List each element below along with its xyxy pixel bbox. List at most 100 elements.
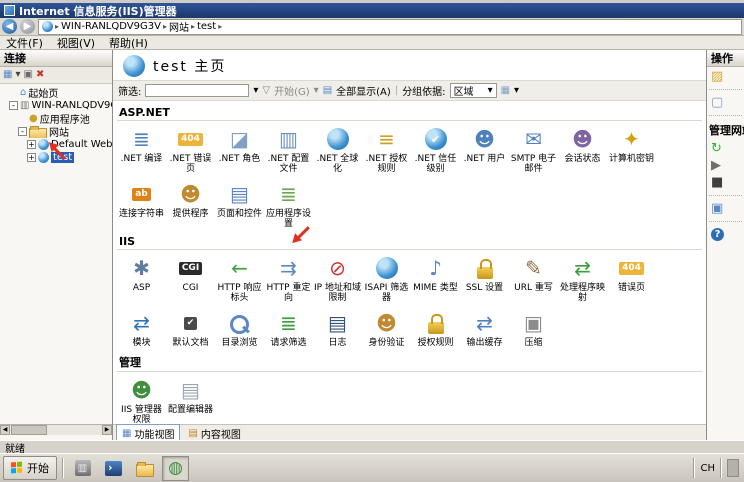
feature-icon: ✦ [623,124,640,154]
tree-expander[interactable]: + [27,153,36,162]
feature-item[interactable]: ♪ MIME 类型 [411,253,460,303]
iis-manager-icon[interactable]: ◍ [162,455,189,481]
tree-expander[interactable]: - [9,101,18,110]
menu-item[interactable]: 视图(V) [57,35,95,51]
feature-item[interactable]: ≣ 请求筛选 [264,308,313,348]
title-bar[interactable]: Internet 信息服务(IIS)管理器 [0,3,744,18]
tab-icon: ▦ [122,427,132,439]
tray-icon-partial[interactable] [727,459,739,477]
start-site-icon[interactable]: ▶ [709,159,742,172]
stop-site-icon[interactable]: ■ [709,176,742,189]
feature-item[interactable]: ✔ 默认文档 [166,308,215,348]
tree-item-网站[interactable]: - 网站 [0,125,112,138]
feature-item[interactable]: ⇄ 模块 [117,308,166,348]
filter-caret-icon[interactable]: ▾ [253,85,258,96]
feature-item[interactable]: ☻ .NET 用户 [460,124,509,174]
breadcrumb-separator: ▸ [218,22,223,31]
powershell-icon[interactable]: › [100,456,127,481]
feature-item[interactable]: ≣ 应用程序设置 [264,179,313,229]
feature-item[interactable]: ▤ 页面和控件 [215,179,264,229]
menu-item[interactable]: 文件(F) [6,35,43,51]
feature-grid: ☻ IIS 管理器权限 ▤ 配置编辑器 [117,373,702,428]
feature-item[interactable]: ✱ ASP [117,253,166,303]
help-icon[interactable]: ? [711,228,724,241]
feature-item[interactable]: ← HTTP 响应标头 [215,253,264,303]
feature-item[interactable]: SSL 设置 [460,253,509,303]
language-indicator[interactable]: CH [700,463,715,474]
breadcrumb-segment[interactable]: WIN-RANLQDV9G3V [61,21,161,32]
feature-item[interactable]: ✦ 计算机密钥 [607,124,656,174]
feature-item[interactable]: ☻ 提供程序 [166,179,215,229]
connections-hscrollbar[interactable]: ◀ ▶ [0,424,112,435]
feature-item[interactable]: 404 错误页 [607,253,656,303]
scroll-thumb[interactable] [11,425,47,435]
feature-icon [427,308,444,338]
feature-item[interactable]: ⇉ HTTP 重定向 [264,253,313,303]
window-title: Internet 信息服务(IIS)管理器 [19,4,177,18]
feature-item[interactable]: ✉ SMTP 电子邮件 [509,124,558,174]
site-globe-icon [38,152,49,163]
explore-icon[interactable]: ▨ [709,70,742,83]
feature-item[interactable]: ▤ 日志 [313,308,362,348]
feature-item[interactable]: ≡ .NET 授权规则 [362,124,411,174]
feature-item[interactable]: ⊘ IP 地址和域限制 [313,253,362,303]
feature-item[interactable]: 授权规则 [411,308,460,348]
feature-item[interactable]: ◪ .NET 角色 [215,124,264,174]
forward-button[interactable]: ▶ [20,19,35,34]
feature-item[interactable]: ▤ 配置编辑器 [166,375,215,425]
feature-icon: CGI [178,253,203,283]
breadcrumb-segment[interactable]: test [197,21,216,32]
tree-item-label: 应用程序池 [39,115,90,125]
scroll-right-arrow[interactable]: ▶ [102,425,112,435]
group-by-select[interactable]: 区域 ▾ [449,83,497,98]
filter-input[interactable] [145,84,250,97]
feature-item[interactable]: .NET 全球化 [313,124,362,174]
edit-permissions-icon[interactable]: ▢ [709,96,742,109]
delete-connection-icon[interactable]: ✖ [36,70,44,80]
explorer-folder-icon[interactable] [131,456,158,481]
tree-expander[interactable]: + [27,140,36,149]
filter-go-button[interactable]: 开始(G) [274,83,310,98]
feature-item[interactable]: ☻ 会话状态 [558,124,607,174]
feature-item[interactable]: 目录浏览 [215,308,264,348]
server-manager-icon[interactable]: ▥ [69,456,96,481]
feature-item[interactable]: ⇄ 处理程序映射 [558,253,607,303]
show-all-button[interactable]: 全部显示(A) [336,83,391,98]
actions-separator [709,221,742,222]
feature-item[interactable]: ✎ URL 重写 [509,253,558,303]
tab-功能视图[interactable]: ▦ 功能视图 [116,423,181,440]
feature-item[interactable]: ▣ 压缩 [509,308,558,348]
scroll-left-arrow[interactable]: ◀ [0,425,10,435]
back-button[interactable]: ◀ [2,19,17,34]
tree-item-起始页[interactable]: ⌂ 起始页 [0,86,112,99]
breadcrumb-segment[interactable]: 网站 [169,20,189,34]
restart-icon[interactable]: ↻ [709,142,742,155]
browse-website-icon[interactable]: ▣ [709,202,742,215]
go-caret-icon[interactable]: ▾ [314,85,319,96]
feature-item[interactable]: 404 .NET 错误页 [166,124,215,174]
menu-item[interactable]: 帮助(H) [109,35,148,51]
create-connection-icon[interactable]: ▦ [3,70,12,80]
filter-go-icon[interactable]: ▽ [262,85,270,96]
view-mode-icon[interactable]: ▦ [501,85,510,96]
feature-item[interactable]: ☻ 身份验证 [362,308,411,348]
view-mode-caret-icon[interactable]: ▾ [514,85,519,96]
feature-item[interactable]: ISAPI 筛选器 [362,253,411,303]
tree-expander[interactable]: - [18,127,27,136]
feature-item[interactable]: ≣ .NET 编译 [117,124,166,174]
feature-item[interactable]: ab 连接字符串 [117,179,166,229]
feature-item[interactable]: CGI CGI [166,253,215,303]
dropdown-caret-icon[interactable]: ▾ [15,70,20,80]
start-button[interactable]: 开始 [3,456,57,480]
tree-item-应用程序池[interactable]: ● 应用程序池 [0,112,112,125]
feature-label: 提供程序 [172,209,209,219]
tree-item-win-ranlqdv9g3v-win[interactable]: -▥WIN-RANLQDV9G3V (WIN [0,99,112,112]
feature-item[interactable]: ✔ .NET 信任级别 [411,124,460,174]
address-box[interactable]: ▸ WIN-RANLQDV9G3V ▸ 网站 ▸ test ▸ [38,18,742,35]
tab-内容视图[interactable]: ▤ 内容视图 [182,424,246,441]
tray-divider-2 [720,458,722,478]
feature-item[interactable]: ☻ IIS 管理器权限 [117,375,166,425]
save-connections-icon[interactable]: ▣ [23,70,32,80]
feature-item[interactable]: ⇄ 输出缓存 [460,308,509,348]
feature-item[interactable]: ▥ .NET 配置文件 [264,124,313,174]
